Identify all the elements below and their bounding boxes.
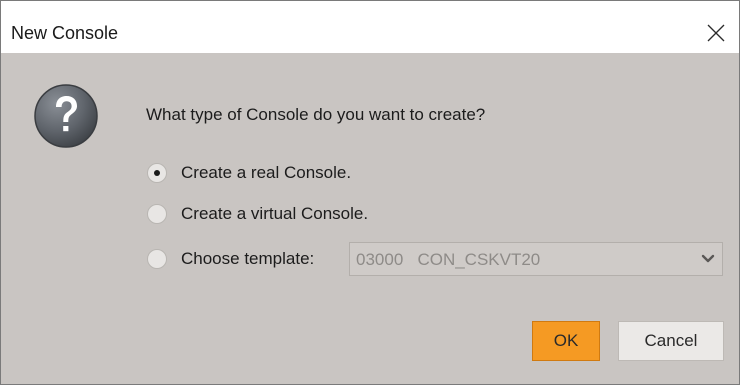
option-label: Choose template:	[181, 249, 315, 268]
option-choose-template[interactable]: Choose template:	[147, 249, 314, 269]
close-button[interactable]	[693, 13, 739, 53]
title-bar: New Console	[1, 1, 739, 53]
new-console-dialog: New Console What type of Console do you …	[0, 0, 740, 385]
radio-real-console[interactable]	[147, 163, 167, 183]
radio-choose-template[interactable]	[147, 249, 167, 269]
template-select-value: 03000 CON_CSKVT20	[356, 250, 541, 269]
prompt-text: What type of Console do you want to crea…	[146, 105, 486, 124]
option-label: Create a virtual Console.	[181, 204, 369, 223]
cancel-button[interactable]: Cancel	[618, 321, 724, 361]
window-title: New Console	[11, 23, 119, 43]
option-real-console[interactable]: Create a real Console.	[147, 163, 351, 183]
template-select[interactable]: 03000 CON_CSKVT20	[349, 242, 723, 276]
option-label: Create a real Console.	[181, 163, 352, 182]
ok-button[interactable]: OK	[532, 321, 600, 361]
close-icon	[707, 24, 725, 42]
dialog-body: What type of Console do you want to crea…	[1, 53, 739, 384]
option-virtual-console[interactable]: Create a virtual Console.	[147, 204, 368, 224]
chevron-down-icon	[701, 254, 715, 263]
question-icon	[34, 84, 98, 148]
radio-virtual-console[interactable]	[147, 204, 167, 224]
